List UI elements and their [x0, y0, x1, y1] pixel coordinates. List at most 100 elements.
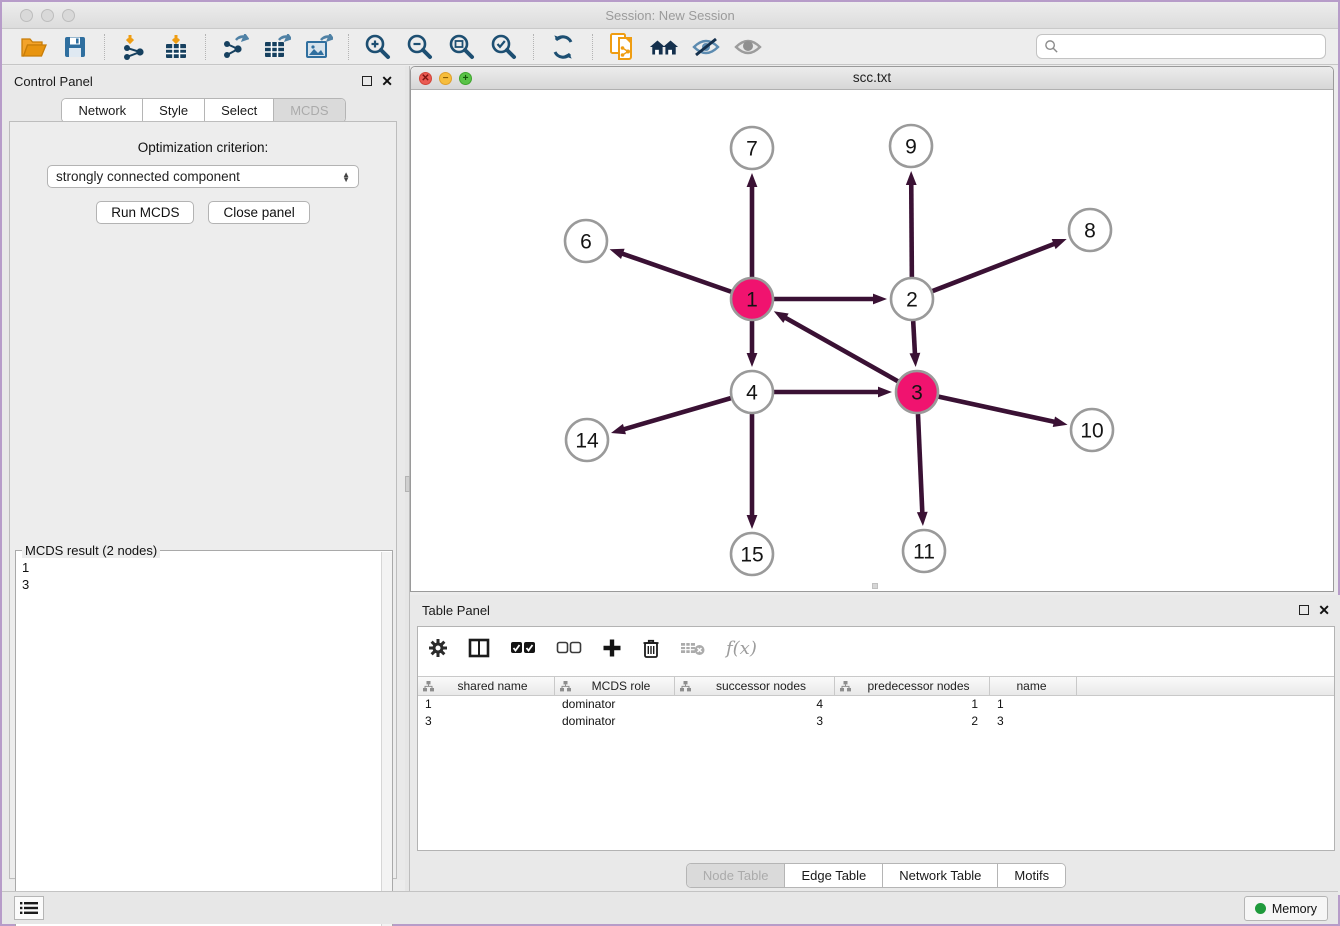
memory-status-icon: [1255, 903, 1266, 914]
close-table-panel-icon[interactable]: ✕: [1318, 605, 1330, 615]
criterion-select[interactable]: strongly connected component ▲▼: [47, 165, 359, 188]
zoom-selected-icon[interactable]: [489, 33, 519, 61]
table-panel-titlebar: Table Panel ✕: [410, 595, 1340, 625]
graph-node-2[interactable]: 2: [891, 278, 933, 320]
graph-node-8[interactable]: 8: [1069, 209, 1111, 251]
column-header-mcds-role[interactable]: MCDS role: [555, 677, 675, 695]
export-image-icon[interactable]: [304, 33, 334, 61]
hierarchy-icon: [840, 681, 851, 692]
svg-text:11: 11: [913, 541, 935, 564]
open-session-icon[interactable]: [18, 33, 48, 61]
hierarchy-icon: [423, 681, 434, 692]
column-header-predecessor-nodes[interactable]: predecessor nodes: [835, 677, 990, 695]
zoom-in-icon[interactable]: [363, 33, 393, 61]
close-panel-icon[interactable]: ✕: [381, 76, 393, 86]
columns-icon[interactable]: [468, 638, 490, 658]
tab-node-table[interactable]: Node Table: [687, 864, 786, 887]
memory-label: Memory: [1272, 902, 1317, 916]
deselect-all-icon[interactable]: [556, 641, 582, 655]
result-scrollbar[interactable]: [381, 552, 392, 926]
svg-text:3: 3: [911, 382, 923, 405]
zoom-fit-icon[interactable]: [447, 33, 477, 61]
tab-style[interactable]: Style: [143, 99, 205, 122]
table-row[interactable]: 3 dominator 3 2 3: [418, 713, 1334, 730]
graph-node-9[interactable]: 9: [890, 125, 932, 167]
zoom-out-icon[interactable]: [405, 33, 435, 61]
hide-selected-icon[interactable]: [691, 33, 721, 61]
new-network-from-selection-icon[interactable]: [607, 33, 637, 61]
column-header-successor-nodes[interactable]: successor nodes: [675, 677, 835, 695]
trash-icon[interactable]: [642, 638, 660, 659]
close-panel-button[interactable]: Close panel: [208, 201, 309, 224]
svg-text:7: 7: [746, 138, 758, 161]
column-header-shared-name[interactable]: shared name: [418, 677, 555, 695]
graph-node-3[interactable]: 3: [896, 371, 938, 413]
search-input[interactable]: [1059, 39, 1318, 54]
control-panel-tabs: Network Style Select MCDS: [2, 98, 405, 123]
mcds-result-title: MCDS result (2 nodes): [22, 543, 160, 558]
control-panel-titlebar: Control Panel ✕: [2, 66, 405, 96]
svg-text:8: 8: [1084, 220, 1096, 243]
network-window: ✕ − + scc.txt 7 9 6 8 1 2 4 3 14 10 15 11: [410, 66, 1334, 592]
table-toolbar: f(x): [418, 627, 1334, 669]
memory-button[interactable]: Memory: [1244, 896, 1328, 921]
table-panel-title: Table Panel: [422, 603, 490, 618]
graph-node-14[interactable]: 14: [566, 419, 608, 461]
graph-node-7[interactable]: 7: [731, 127, 773, 169]
search-box[interactable]: [1036, 34, 1326, 59]
add-icon[interactable]: [602, 638, 622, 658]
show-all-icon[interactable]: [733, 33, 763, 61]
toolbar-separator: [104, 34, 105, 60]
mcds-result-item: 1: [22, 559, 386, 576]
tab-select[interactable]: Select: [205, 99, 274, 122]
export-table-icon[interactable]: [262, 33, 292, 61]
search-icon: [1044, 39, 1059, 54]
export-network-icon[interactable]: [220, 33, 250, 61]
table-header-row: shared name MCDS role successor nodes pr…: [418, 676, 1334, 696]
first-neighbors-icon[interactable]: [649, 33, 679, 61]
tab-network-table[interactable]: Network Table: [883, 864, 998, 887]
select-all-icon[interactable]: [510, 641, 536, 655]
graph-node-4[interactable]: 4: [731, 371, 773, 413]
import-network-icon[interactable]: [119, 33, 149, 61]
mcds-result-list: 1 3: [16, 551, 392, 601]
tab-mcds[interactable]: MCDS: [274, 99, 344, 122]
node-table[interactable]: shared name MCDS role successor nodes pr…: [418, 676, 1334, 730]
window-titlebar: Session: New Session: [2, 2, 1338, 29]
gear-icon[interactable]: [428, 638, 448, 658]
graph-node-6[interactable]: 6: [565, 220, 607, 262]
control-panel: Control Panel ✕ Network Style Select MCD…: [2, 66, 405, 880]
save-session-icon[interactable]: [60, 33, 90, 61]
graph-node-1[interactable]: 1: [731, 278, 773, 320]
svg-text:9: 9: [905, 136, 917, 159]
graph-node-11[interactable]: 11: [903, 530, 945, 572]
run-mcds-button[interactable]: Run MCDS: [96, 201, 194, 224]
tab-edge-table[interactable]: Edge Table: [785, 864, 883, 887]
refresh-icon[interactable]: [548, 33, 578, 61]
node-table-container: f(x) shared name MCDS role successor nod…: [417, 626, 1335, 851]
task-history-button[interactable]: [14, 896, 44, 920]
table-row[interactable]: 1 dominator 4 1 1: [418, 696, 1334, 713]
list-icon: [20, 901, 38, 915]
toolbar-separator: [592, 34, 593, 60]
graph-node-10[interactable]: 10: [1071, 409, 1113, 451]
function-builder-icon: f(x): [726, 638, 757, 659]
mcds-result-item: 3: [22, 576, 386, 593]
float-table-panel-icon[interactable]: [1299, 605, 1309, 615]
graph-node-15[interactable]: 15: [731, 533, 773, 575]
hierarchy-icon: [680, 681, 691, 692]
float-panel-icon[interactable]: [362, 76, 372, 86]
optimization-criterion-label: Optimization criterion:: [10, 140, 396, 155]
import-table-icon[interactable]: [161, 33, 191, 61]
table-tabs: Node Table Edge Table Network Table Moti…: [410, 863, 1340, 888]
tab-network[interactable]: Network: [62, 99, 143, 122]
network-graph[interactable]: 7 9 6 8 1 2 4 3 14 10 15 11: [411, 90, 1333, 591]
svg-text:6: 6: [580, 231, 592, 254]
network-window-titlebar[interactable]: ✕ − + scc.txt: [411, 67, 1333, 90]
svg-text:10: 10: [1080, 420, 1103, 443]
criterion-value: strongly connected component: [56, 169, 240, 184]
network-resize-grip[interactable]: [872, 583, 878, 589]
tab-motifs[interactable]: Motifs: [998, 864, 1065, 887]
hierarchy-icon: [560, 681, 571, 692]
column-header-name[interactable]: name: [990, 677, 1077, 695]
